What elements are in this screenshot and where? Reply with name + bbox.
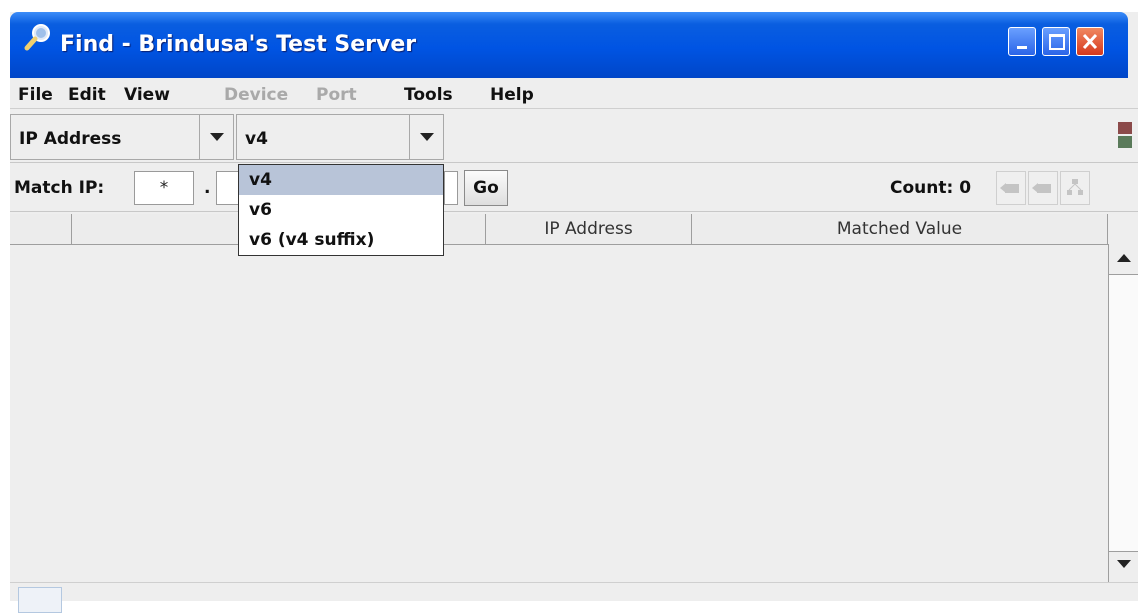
menu-port[interactable]: Port xyxy=(316,85,357,105)
count-label: Count: 0 xyxy=(890,178,972,198)
scroll-down-icon[interactable] xyxy=(1117,560,1131,568)
menu-device[interactable]: Device xyxy=(224,85,288,105)
column-header-ip-address[interactable]: IP Address xyxy=(486,214,692,244)
go-button[interactable]: Go xyxy=(464,170,508,206)
window-title: Find - Brindusa's Test Server xyxy=(60,32,417,57)
column-header-index[interactable] xyxy=(10,214,72,244)
match-toolbar: Match IP: * . Go Count: 0 xyxy=(10,165,1138,212)
version-select-value: v4 xyxy=(245,129,268,149)
chevron-down-icon[interactable] xyxy=(409,115,444,159)
ip-separator: . xyxy=(204,178,211,198)
chevron-down-icon[interactable] xyxy=(199,115,234,159)
menu-file[interactable]: File xyxy=(18,85,53,105)
results-table-body[interactable] xyxy=(10,245,1108,581)
search-magnifier-icon xyxy=(24,24,50,51)
menu-help[interactable]: Help xyxy=(490,85,534,105)
version-select[interactable]: v4 xyxy=(236,114,444,160)
field-select[interactable]: IP Address xyxy=(10,114,234,160)
close-button[interactable] xyxy=(1076,27,1104,56)
export-all-button[interactable] xyxy=(1028,171,1058,205)
ip-octet-4-input[interactable] xyxy=(444,171,458,205)
topology-icon xyxy=(1067,179,1083,195)
ip-octet-1-input[interactable]: * xyxy=(134,171,194,205)
dropdown-option-v6[interactable]: v6 xyxy=(239,195,443,225)
status-bar xyxy=(10,582,1138,613)
menu-view[interactable]: View xyxy=(124,85,170,105)
status-indicator-green xyxy=(1118,136,1132,148)
field-select-value: IP Address xyxy=(19,129,122,149)
status-panel xyxy=(18,587,62,613)
maximize-button[interactable] xyxy=(1042,27,1070,56)
minimize-button[interactable] xyxy=(1008,27,1036,56)
scroll-up-icon[interactable] xyxy=(1117,254,1131,262)
search-options-toolbar: IP Address v4 xyxy=(10,114,1138,163)
close-icon xyxy=(1082,33,1098,50)
version-dropdown-list[interactable]: v4 v6 v6 (v4 suffix) xyxy=(238,164,444,256)
dropdown-option-v6-v4-suffix[interactable]: v6 (v4 suffix) xyxy=(239,225,443,255)
results-table-header: Device IP Address Matched Value xyxy=(10,214,1108,245)
status-indicator-red xyxy=(1118,122,1132,134)
menu-edit[interactable]: Edit xyxy=(68,85,106,105)
column-header-matched-value[interactable]: Matched Value xyxy=(692,214,1108,244)
find-window: Find - Brindusa's Test Server File Edit … xyxy=(10,12,1138,613)
dropdown-option-v4[interactable]: v4 xyxy=(239,165,443,195)
export-all-icon xyxy=(1032,183,1051,193)
match-ip-label: Match IP: xyxy=(14,178,105,198)
menu-tools[interactable]: Tools xyxy=(404,85,453,105)
vertical-scrollbar[interactable] xyxy=(1108,244,1138,582)
topology-button[interactable] xyxy=(1060,171,1090,205)
menu-bar: File Edit View Device Port Tools Help xyxy=(10,78,1138,109)
scrollbar-track[interactable] xyxy=(1109,274,1138,552)
title-bar[interactable]: Find - Brindusa's Test Server xyxy=(10,12,1128,78)
export-button[interactable] xyxy=(996,171,1026,205)
export-icon xyxy=(1000,183,1019,193)
